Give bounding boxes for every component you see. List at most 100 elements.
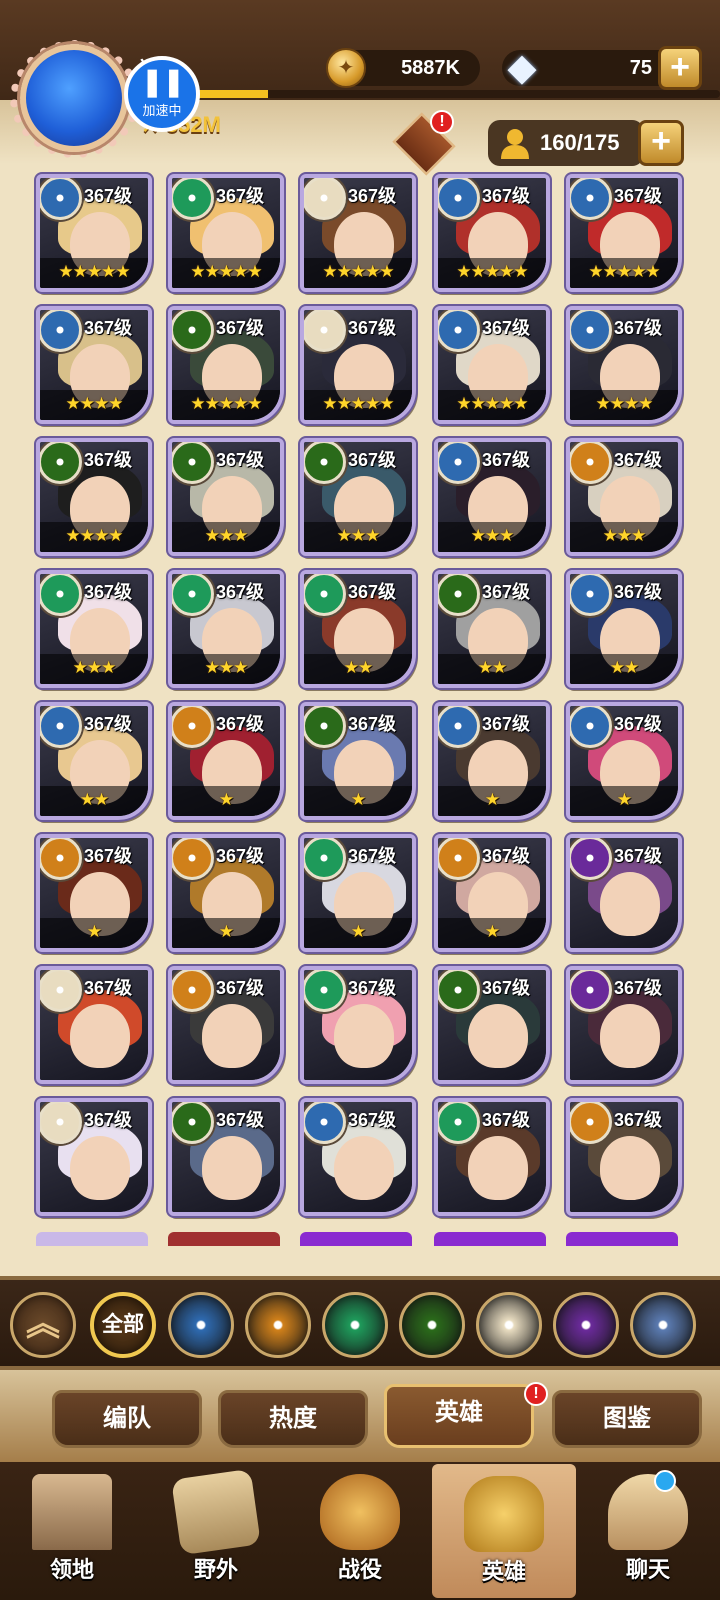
mauler-ring-icon[interactable] xyxy=(245,1292,311,1358)
hero-card[interactable]: 367级 ★ xyxy=(168,702,284,820)
hero-card[interactable]: 367级 xyxy=(566,1098,682,1216)
maulers-faction-icon xyxy=(570,1102,612,1144)
hero-card[interactable]: 367级 ★★★★ xyxy=(36,306,152,424)
hero-card[interactable]: 367级 ★ xyxy=(168,834,284,952)
hero-level: 367级 xyxy=(348,1110,397,1130)
player-avatar[interactable] xyxy=(20,44,128,152)
hero-card[interactable]: 367级 ★★★ xyxy=(36,570,152,688)
hero-face xyxy=(334,1004,394,1068)
hero-card[interactable]: 367级 ★ xyxy=(434,834,550,952)
hero-card-partial[interactable] xyxy=(434,1232,546,1246)
hero-card[interactable]: 367级 xyxy=(300,1098,416,1216)
tab-popularity[interactable]: 热度 xyxy=(218,1390,368,1448)
hero-card[interactable]: 367级 xyxy=(36,966,152,1084)
hero-stars: ★★ xyxy=(609,658,639,677)
speedup-label: 加速中 xyxy=(142,103,182,118)
maulers-faction-icon xyxy=(172,706,214,748)
celestial-faction-icon xyxy=(304,178,346,220)
hero-card[interactable]: 367级 ★★★★★ xyxy=(168,174,284,292)
hero-card[interactable]: 367级 ★ xyxy=(434,702,550,820)
gold-amount: 5887K xyxy=(401,57,460,79)
hero-card[interactable]: 367级 xyxy=(434,966,550,1084)
sun-disc-icon[interactable] xyxy=(630,1292,696,1358)
hero-stars: ★ xyxy=(218,922,234,941)
hero-face xyxy=(202,1136,262,1200)
nav-label: 英雄 xyxy=(481,1559,526,1584)
hero-card[interactable]: 367级 ★★★ xyxy=(168,570,284,688)
hero-card-partial[interactable] xyxy=(566,1232,678,1246)
hypogean-faction-icon xyxy=(570,970,612,1012)
hero-card[interactable]: 367级 ★ xyxy=(300,702,416,820)
hero-card[interactable]: 367级 ★★ xyxy=(434,570,550,688)
hero-stars: ★ xyxy=(86,922,102,941)
nav-chat[interactable]: 聊天 xyxy=(576,1462,720,1600)
hero-stars: ★★ xyxy=(343,658,373,677)
wilder-faction-icon xyxy=(172,574,214,616)
nav-territory[interactable]: 领地 xyxy=(0,1462,144,1600)
hero-card[interactable]: 367级 xyxy=(566,966,682,1084)
leaf-icon[interactable] xyxy=(322,1292,388,1358)
hero-stars: ★★★★ xyxy=(65,526,124,545)
hero-card[interactable]: 367级 ★★★★★ xyxy=(36,174,152,292)
hero-stars: ★ xyxy=(484,922,500,941)
hero-card[interactable]: 367级 ★★ xyxy=(300,570,416,688)
hero-card[interactable]: 367级 xyxy=(36,1098,152,1216)
hero-card[interactable]: 367级 ★★★ xyxy=(300,438,416,556)
hero-card-partial[interactable] xyxy=(168,1232,280,1246)
purple-crystal-icon[interactable] xyxy=(553,1292,619,1358)
collapse-chevron-icon[interactable]: ︽ xyxy=(10,1292,76,1358)
add-diamonds-button[interactable]: + xyxy=(658,46,702,90)
person-icon xyxy=(501,129,529,159)
speedup-button[interactable]: ❚❚ 加速中 xyxy=(124,56,200,132)
hero-level: 367级 xyxy=(482,582,531,602)
hero-card[interactable]: 367级 ★★★ xyxy=(434,438,550,556)
tab-formation[interactable]: 编队 xyxy=(52,1390,202,1448)
white-star-icon[interactable] xyxy=(476,1292,542,1358)
hero-face xyxy=(600,872,660,936)
hero-card[interactable]: 367级 ★★★★★ xyxy=(300,306,416,424)
filter-all-button[interactable]: 全部 xyxy=(90,1292,156,1358)
hero-card[interactable]: 367级 ★★★★ xyxy=(36,438,152,556)
hero-card[interactable]: 367级 ★★★★★ xyxy=(566,174,682,292)
hero-card[interactable]: 367级 ★★ xyxy=(566,570,682,688)
hero-card[interactable]: 367级 ★ xyxy=(36,834,152,952)
star-compass-icon[interactable] xyxy=(168,1292,234,1358)
hero-card[interactable]: 367级 ★★★★ xyxy=(566,306,682,424)
hero-card[interactable]: 367级 ★ xyxy=(300,834,416,952)
diamond-icon: ◆ xyxy=(507,47,537,89)
expand-hero-slots-button[interactable]: + xyxy=(638,120,684,166)
nav-campaign[interactable]: 战役 xyxy=(288,1462,432,1600)
hero-level: 367级 xyxy=(84,582,133,602)
hero-card[interactable]: 367级 xyxy=(434,1098,550,1216)
hero-card[interactable]: 367级 ★★★ xyxy=(168,438,284,556)
hero-level: 367级 xyxy=(84,978,133,998)
lightbearer-faction-icon xyxy=(40,178,82,220)
tab-heroes[interactable]: 英雄 xyxy=(384,1384,534,1448)
hero-card[interactable]: 367级 ★★ xyxy=(36,702,152,820)
hero-card[interactable]: 367级 xyxy=(168,966,284,1084)
hero-card[interactable]: 367级 xyxy=(300,966,416,1084)
hero-card[interactable]: 367级 xyxy=(566,834,682,952)
nav-wild[interactable]: 野外 xyxy=(144,1462,288,1600)
nav-heroes[interactable]: 英雄 xyxy=(432,1464,576,1598)
hero-level: 367级 xyxy=(348,318,397,338)
green-eye-icon[interactable] xyxy=(399,1292,465,1358)
lightbearer-faction-icon xyxy=(304,1102,346,1144)
nav-label: 野外 xyxy=(193,1557,238,1582)
hero-card-partial[interactable] xyxy=(300,1232,412,1246)
tab-codex[interactable]: 图鉴 xyxy=(552,1390,702,1448)
hero-card[interactable]: 367级 ★★★★★ xyxy=(434,174,550,292)
hero-card[interactable]: 367级 ★★★★★ xyxy=(168,306,284,424)
lightbearer-faction-icon xyxy=(438,310,480,352)
hero-level: 367级 xyxy=(84,846,133,866)
hero-level: 367级 xyxy=(348,186,397,206)
wilder-faction-icon xyxy=(40,574,82,616)
hero-card[interactable]: 367级 ★★★★★ xyxy=(300,174,416,292)
hero-card[interactable]: 367级 ★ xyxy=(566,702,682,820)
hero-card[interactable]: 367级 ★★★★★ xyxy=(434,306,550,424)
hero-card[interactable]: 367级 xyxy=(168,1098,284,1216)
lightbearer-faction-icon xyxy=(438,178,480,220)
hero-card-partial[interactable] xyxy=(36,1232,148,1246)
hero-stars: ★★★★★ xyxy=(456,394,528,413)
hero-card[interactable]: 367级 ★★★ xyxy=(566,438,682,556)
